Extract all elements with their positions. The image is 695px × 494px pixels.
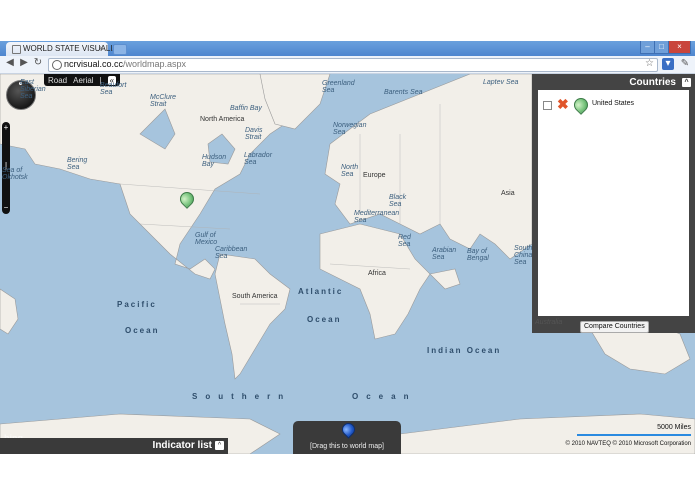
sea-label-beaufort: Beaufort Sea [100, 82, 127, 96]
browser-tab-strip: WORLD STATE VISUALIZ... × – □ × [0, 41, 695, 56]
sea-label-arabian: Arabian Sea [432, 247, 457, 261]
land-label-asia: Asia [501, 190, 515, 197]
road-view-link[interactable]: Road [48, 76, 67, 85]
compare-countries-button[interactable]: Compare Countries [580, 321, 649, 333]
sea-label-mediterranean: Mediterranean Sea [354, 210, 400, 224]
ocean-label-southern-ocean: Ocean [352, 392, 417, 401]
countries-list: ✖ United States [538, 90, 689, 316]
draggable-blue-pin[interactable] [339, 420, 358, 439]
sea-label-black: Black Sea [389, 194, 407, 208]
new-tab-button[interactable] [113, 44, 127, 55]
sea-label-mcclure: McClure Strait [150, 94, 177, 108]
sea-label-red: Red Sea [398, 234, 411, 248]
sea-label-barents: Barents Sea [384, 89, 423, 96]
sea-label-norwegian: Norwegian Sea [333, 122, 367, 136]
tab-close-icon[interactable]: × [99, 43, 104, 53]
page-menu-icon[interactable]: ▾ [662, 58, 674, 70]
countries-panel-title: Countries [629, 77, 676, 88]
browser-tab[interactable]: WORLD STATE VISUALIZ... × [6, 42, 124, 56]
countries-panel-collapse-button[interactable]: ^ [682, 78, 691, 87]
land-label-south-america: South America [232, 293, 278, 300]
ocean-label-atlantic-ocean: Ocean [307, 315, 342, 324]
countries-panel: Countries ^ ✖ United States Compare Coun… [532, 74, 695, 333]
country-name: United States [592, 100, 635, 107]
land-label-australia: Australia [535, 319, 563, 326]
sea-label-okhotsk: Sea of Okhotsk [2, 167, 28, 181]
sea-label-gulf-mexico: Gulf of Mexico [195, 232, 218, 246]
indicator-list-bar[interactable]: Indicator list ^ [0, 438, 228, 454]
ocean-label-pacific-ocean: Ocean [125, 326, 160, 335]
scale-label: 5000 Miles [657, 424, 691, 431]
map-copyright: © 2010 NAVTEQ © 2010 Microsoft Corporati… [565, 441, 691, 447]
back-icon[interactable]: ◀ [3, 57, 17, 68]
top-margin [0, 0, 695, 41]
sea-label-hudson: Hudson Bay [202, 154, 227, 168]
land-label-north-america: North America [200, 116, 245, 123]
remove-country-icon[interactable]: ✖ [557, 97, 569, 111]
sea-label-davis: Davis Strait [245, 127, 263, 141]
sea-label-caribbean: Caribbean Sea [215, 246, 248, 260]
map-scale: 5000 Miles [577, 424, 691, 436]
browser-toolbar: ◀ ▶ ↻ ncrvisual.co.cc/worldmap.aspx ☆ ▾ … [0, 56, 695, 74]
window-maximize-button[interactable]: □ [654, 41, 669, 54]
scale-bar [577, 434, 691, 436]
aerial-view-link[interactable]: Aerial [73, 76, 93, 85]
zoom-in-icon[interactable]: + [2, 124, 10, 132]
ocean-label-atlantic: Atlantic [298, 287, 344, 296]
land-label-africa: Africa [368, 270, 386, 277]
sea-label-north-sea: North Sea [341, 164, 359, 178]
ocean-label-southern: Southern [192, 392, 292, 401]
tab-title: WORLD STATE VISUALIZ... [23, 44, 125, 53]
sea-label-bengal: Bay of Bengal [467, 248, 489, 262]
bottom-margin [0, 454, 695, 494]
zoom-out-icon[interactable]: − [2, 204, 10, 212]
reload-icon[interactable]: ↻ [31, 57, 45, 68]
sea-label-laptev: Laptev Sea [483, 79, 519, 86]
window-close-button[interactable]: × [668, 41, 691, 54]
window-minimize-button[interactable]: – [640, 41, 655, 54]
sea-label-bering: Bering Sea [67, 157, 88, 171]
sea-label-labrador: Labrador Sea [244, 152, 273, 166]
indicator-list-expand-button[interactable]: ^ [215, 441, 224, 450]
page-icon [12, 45, 21, 54]
ocean-label-pacific: Pacific [117, 300, 157, 309]
wrench-icon[interactable]: ✎ [679, 58, 691, 70]
sea-label-greenland: Greenland Sea [322, 80, 355, 94]
drag-instruction: [Drag this to world map] [310, 443, 384, 450]
country-pin-icon [571, 95, 591, 115]
ocean-label-indian: Indian Ocean [427, 346, 502, 355]
sea-label-baffin: Baffin Bay [230, 105, 262, 112]
indicator-list-title: Indicator list [152, 440, 212, 451]
url-text: ncrvisual.co.cc/worldmap.aspx [64, 59, 187, 69]
sea-label-east-siberian: East Siberian Sea [20, 79, 46, 100]
bookmark-star-icon[interactable]: ☆ [645, 58, 654, 69]
address-bar[interactable]: ncrvisual.co.cc/worldmap.aspx ☆ [48, 58, 658, 72]
sea-label-south-china: South China Sea [514, 245, 533, 266]
world-map[interactable]: Road Aerial | « + | − East Siberian Sea Be… [0, 74, 695, 454]
countries-panel-header: Countries ^ [532, 74, 695, 90]
country-checkbox[interactable] [543, 101, 552, 110]
drag-pin-panel: [Drag this to world map] [293, 420, 401, 454]
land-label-europe: Europe [363, 172, 386, 179]
forward-icon[interactable]: ▶ [17, 57, 31, 68]
globe-icon [52, 60, 62, 70]
